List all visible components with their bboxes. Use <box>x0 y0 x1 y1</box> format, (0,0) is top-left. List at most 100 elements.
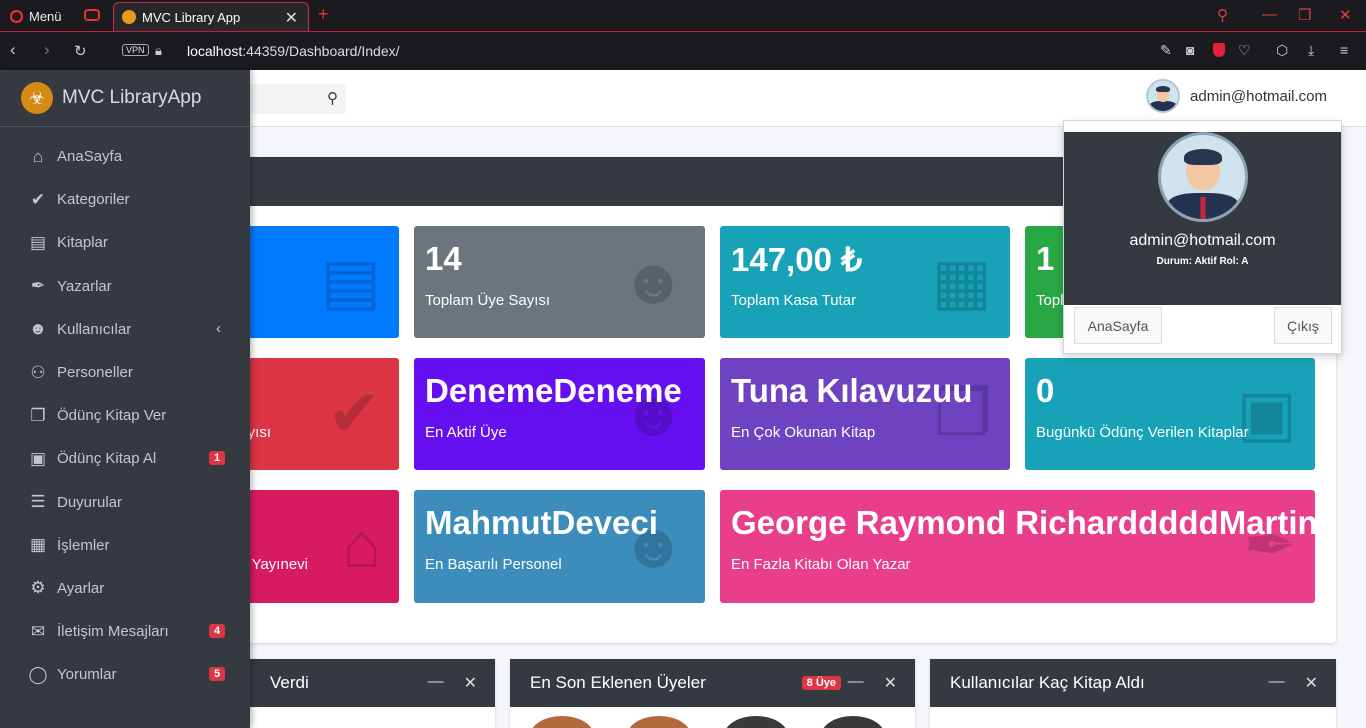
stat-label: En Başarılı Personel <box>425 556 562 573</box>
sidebar-item[interactable]: ⚇ Personeller <box>0 351 250 394</box>
brand-link[interactable]: ☣ MVC LibraryApp <box>0 70 250 127</box>
sidebar-item[interactable]: ⚙ Ayarlar <box>0 567 250 610</box>
search-tabs-icon[interactable]: ⚲ <box>1217 6 1228 24</box>
forward-icon[interactable]: › <box>44 40 50 60</box>
stat-box: yısı ✔ <box>250 358 399 470</box>
stat-box: George Raymond RichardddddMartin En Fazla… <box>720 490 1315 603</box>
user-dropdown-header: admin@hotmail.com Durum: Aktif Rol: A <box>1064 132 1341 305</box>
collapse-icon[interactable]: — <box>1269 673 1285 693</box>
home-icon: ⌂ <box>32 146 44 166</box>
sidebar-item-label: Personeller <box>57 364 133 382</box>
sidebar-item[interactable]: ◯ Yorumlar 5 <box>0 653 250 696</box>
sidebar-item[interactable]: ✉ İletişim Mesajları 4 <box>0 610 250 653</box>
sidebar-item[interactable]: ✒ Yazarlar <box>0 265 250 308</box>
sidebar-menu: ⌂ AnaSayfa ✔ Kategoriler ▤ Kitaplar ✒ Yazarlar ☻… <box>0 135 250 696</box>
user-avatar <box>1146 79 1181 113</box>
building-icon: ▦ <box>29 535 47 555</box>
search-input[interactable]: ⚲ <box>250 84 346 114</box>
sidebar-item[interactable]: ▤ Kitaplar <box>0 221 250 264</box>
browser-tab-active[interactable]: MVC Library App ✕ <box>113 2 309 31</box>
edit-icon[interactable]: ✎ <box>1160 42 1172 59</box>
sidebar-item[interactable]: ▦ İşlemler <box>0 524 250 567</box>
remove-icon[interactable]: ✕ <box>464 673 477 693</box>
user-dropdown: admin@hotmail.com Durum: Aktif Rol: A An… <box>1063 120 1342 354</box>
collapse-icon[interactable]: — <box>428 673 444 693</box>
bottom-card-title: Verdi <box>270 673 309 692</box>
new-tab-icon[interactable]: + <box>318 4 329 25</box>
chevron-left-icon[interactable]: ‹ <box>216 320 221 337</box>
book-icon: ▤ <box>320 245 381 317</box>
bottom-card-borrow: Verdi — ✕ <box>250 659 495 728</box>
sidebar-item-label: İşlemler <box>57 536 110 554</box>
logout-button[interactable]: Çıkış <box>1274 307 1332 344</box>
home-icon: ⌂ <box>342 509 381 581</box>
sidebar-item[interactable]: ❐ Ödünç Kitap Ver <box>0 394 250 437</box>
stat-box: 14 Toplam Üye Sayısı ☻ <box>414 226 705 338</box>
bottom-card-title: Kullanıcılar Kaç Kitap Aldı <box>950 673 1145 692</box>
vpn-badge[interactable]: VPN <box>122 44 149 56</box>
sidebar-item[interactable]: ☻ Kullanıcılar ‹ <box>0 308 250 351</box>
member-avatar[interactable] <box>627 716 691 728</box>
pen-nib-icon: ✒ <box>30 276 46 296</box>
sidebar-item-label: Kitaplar <box>57 234 108 252</box>
brand-text: MVC LibraryApp <box>62 87 202 108</box>
tab-close-icon[interactable]: ✕ <box>285 8 298 28</box>
envelope-icon: ✉ <box>30 621 46 641</box>
lock-icon[interactable]: 🔒︎ <box>155 43 162 59</box>
member-avatar[interactable] <box>724 716 788 728</box>
sidebar-item-badge: 4 <box>209 624 226 639</box>
download-icon[interactable]: ⤓ <box>1308 42 1314 59</box>
member-count-badge: 8 Üye <box>801 676 841 690</box>
remove-icon[interactable]: ✕ <box>1305 673 1318 693</box>
url-field[interactable]: localhost:44359/Dashboard/Index/ <box>187 43 400 59</box>
stat-box: ▤ <box>250 226 399 338</box>
sidebar-item[interactable]: ✔ Kategoriler <box>0 178 250 221</box>
sidebar-item-label: İletişim Mesajları <box>57 623 169 641</box>
stat-value: Tuna Kılavuzuu <box>731 372 973 409</box>
users-icon: ☻ <box>29 319 47 339</box>
stat-label: En Fazla Kitabı Olan Yazar <box>731 556 911 573</box>
stat-box: MahmutDeveci En Başarılı Personel ☻ <box>414 490 705 603</box>
check-double-icon: ✔ <box>30 189 46 209</box>
settings-sliders-icon[interactable]: ≡ <box>1340 42 1348 58</box>
back-icon[interactable]: ‹ <box>10 40 16 60</box>
stat-label: En Aktif Üye <box>425 424 507 441</box>
list-icon: ☰ <box>30 492 46 512</box>
window-close-icon[interactable]: ✕ <box>1339 6 1352 24</box>
collapse-icon[interactable]: — <box>848 673 864 693</box>
stat-label: Bugünkü Ödünç Verilen Kitaplar <box>1036 424 1249 441</box>
sidebar-item-label: Duyurular <box>57 493 123 511</box>
sidebar-item[interactable]: ▣ Ödünç Kitap Al 1 <box>0 437 250 480</box>
remove-icon[interactable]: ✕ <box>884 673 897 693</box>
user-menu-toggle[interactable]: admin@hotmail.com <box>1146 79 1327 113</box>
heart-icon[interactable]: ♡ <box>1238 42 1251 59</box>
stat-label: Toplam Kasa Tutar <box>731 292 857 309</box>
gamepad-icon[interactable] <box>84 9 100 21</box>
sidebar-item[interactable]: ⌂ AnaSayfa <box>0 135 250 178</box>
check-double-icon: ✔ <box>327 377 381 449</box>
browser-menu-button[interactable]: Menü <box>10 9 62 24</box>
sidebar-item[interactable]: ☰ Duyurular <box>0 481 250 524</box>
user-avatar-large <box>1157 132 1248 222</box>
camera-icon[interactable]: ◙ <box>1186 42 1194 58</box>
reload-icon[interactable]: ↻ <box>74 42 87 60</box>
shield-icon[interactable] <box>1213 43 1225 57</box>
url-path: :44359/Dashboard/Index/ <box>242 43 400 59</box>
bottom-card-user-books: Kullanıcılar Kaç Kitap Aldı — ✕ <box>930 659 1336 728</box>
bottom-card-title: En Son Eklenen Üyeler <box>530 673 706 692</box>
browser-tab-bar: Menü MVC Library App ✕ + ⚲ — ❐ ✕ <box>0 0 1366 31</box>
cube-icon[interactable]: ⬡ <box>1276 42 1288 59</box>
stat-label: Topl <box>1036 292 1064 309</box>
book-reader-icon: ▣ <box>29 448 47 468</box>
cash-register-icon: ▦ <box>931 245 992 317</box>
stat-box: DenemeDeneme En Aktif Üye ☻ <box>414 358 705 470</box>
dropdown-home-button[interactable]: AnaSayfa <box>1074 307 1162 344</box>
stat-value: 1 <box>1036 240 1055 277</box>
search-icon[interactable]: ⚲ <box>327 89 338 107</box>
minimize-icon[interactable]: — <box>1262 6 1277 23</box>
member-avatar[interactable] <box>821 716 885 728</box>
stat-value: MahmutDeveci <box>425 504 658 541</box>
sidebar-item-label: Yorumlar <box>57 666 117 684</box>
member-avatar[interactable] <box>530 716 594 728</box>
restore-icon[interactable]: ❐ <box>1298 6 1311 24</box>
